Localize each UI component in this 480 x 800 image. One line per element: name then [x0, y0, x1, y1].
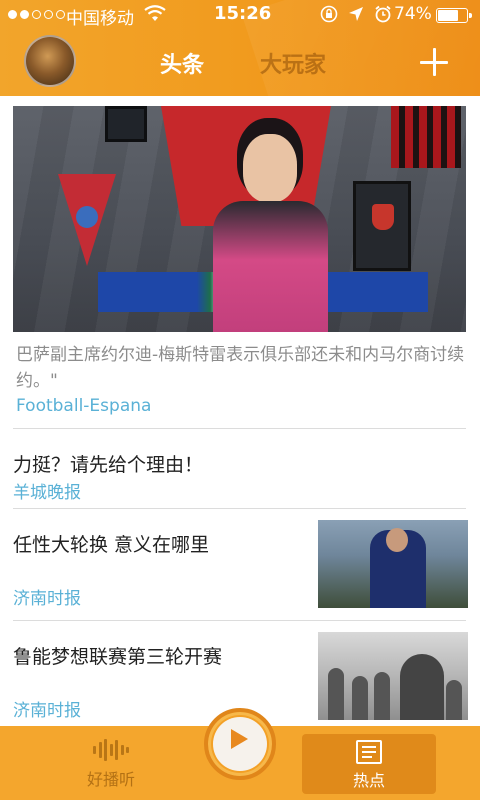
divider: [13, 508, 466, 509]
user-avatar[interactable]: [24, 35, 76, 87]
alarm-clock-icon: [375, 5, 391, 23]
hero-image[interactable]: [13, 106, 466, 332]
news-title[interactable]: 鲁能梦想联赛第三轮开赛: [13, 642, 222, 669]
news-feed: 巴萨副主席约尔迪-梅斯特雷表示俱乐部还未和内马尔商讨续约。" Football-…: [0, 96, 480, 726]
hero-source: Football-Espana: [16, 396, 152, 416]
newspaper-icon: [356, 740, 382, 764]
divider: [13, 620, 466, 621]
news-thumbnail[interactable]: [318, 632, 468, 720]
audio-wave-icon: [93, 738, 129, 762]
battery-percentage: 74%: [394, 4, 432, 24]
status-icons: [320, 5, 392, 23]
news-source: 济南时报: [13, 701, 81, 721]
rotation-lock-icon: [320, 5, 338, 23]
tab-audio-label: 好播听: [86, 770, 135, 789]
location-arrow-icon: [349, 7, 363, 21]
news-title[interactable]: 力挺？请先给个理由！: [13, 450, 203, 477]
news-source: 羊城晚报: [13, 483, 81, 503]
tab-audio[interactable]: 好播听: [66, 726, 156, 800]
tab-hot-label: 热点: [352, 771, 385, 790]
signal-strength-icon: [8, 10, 65, 19]
framed-photo: [105, 106, 147, 142]
tab-big-player[interactable]: 大玩家: [260, 47, 326, 79]
striped-jersey: [391, 106, 461, 168]
status-bar: 中国移动 15:26 74%: [0, 0, 480, 30]
tab-headlines[interactable]: 头条: [160, 47, 204, 79]
play-button[interactable]: [204, 708, 276, 780]
framed-badge: [353, 181, 411, 271]
app-header: 中国移动 15:26 74% 头条 大玩家: [0, 0, 480, 96]
wifi-icon: [144, 5, 166, 21]
top-nav: 头条 大玩家: [0, 30, 480, 96]
hero-caption[interactable]: 巴萨副主席约尔迪-梅斯特雷表示俱乐部还未和内马尔商讨续约。": [16, 342, 466, 394]
tab-hot[interactable]: 热点: [302, 734, 436, 794]
plus-icon[interactable]: [414, 42, 454, 82]
play-icon: [231, 729, 248, 749]
news-title[interactable]: 任性大轮换 意义在哪里: [13, 530, 209, 557]
carrier-name: 中国移动: [66, 9, 134, 29]
divider: [13, 428, 466, 429]
person: [243, 134, 297, 202]
clock-time: 15:26: [214, 3, 272, 24]
battery-icon: [436, 8, 472, 23]
news-thumbnail[interactable]: [318, 520, 468, 608]
news-source: 济南时报: [13, 589, 81, 609]
